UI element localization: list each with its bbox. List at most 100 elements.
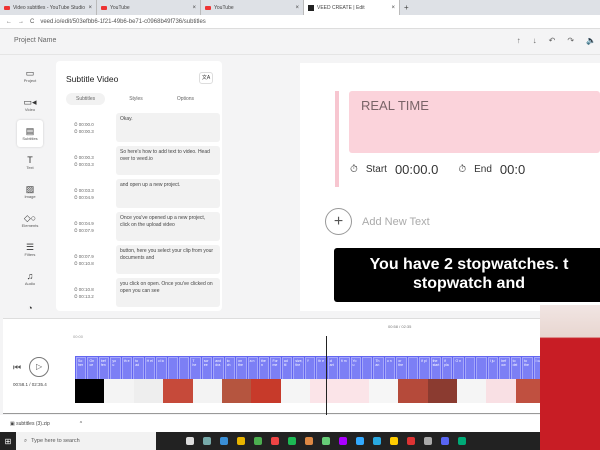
video-track[interactable] [75, 379, 545, 403]
sidebar-item-audio[interactable]: ♫ Audio [17, 265, 43, 292]
taskbar-app-icon[interactable] [288, 437, 296, 445]
end-time[interactable]: ⏱ 00:07.9 [74, 228, 116, 233]
start-time[interactable]: ⏱ 00:03.3 [74, 188, 116, 193]
reload-icon[interactable]: C [30, 19, 34, 25]
play-button[interactable]: ▷ [29, 357, 50, 377]
redo-icon[interactable]: ↷ [567, 36, 574, 45]
taskbar-app-icon[interactable] [322, 437, 330, 445]
subtitle-row: ⏱ 00:00.3 ⏱ 00:03.3 So here's how to add t… [70, 146, 220, 175]
sidebar-item-text[interactable]: T Text [17, 149, 43, 176]
browser-tab[interactable]: Video subtitles - YouTube Studio × [0, 0, 97, 15]
taskbar-app-icon[interactable] [356, 437, 364, 445]
plus-icon: + [325, 208, 352, 235]
download-item[interactable]: ▣ subtitles (3).zip [10, 421, 50, 427]
sidebar-item-video[interactable]: ▭◂ Video [17, 91, 43, 118]
subtitle-text[interactable]: button, here you select your clip from y… [116, 245, 220, 274]
stopwatch-icon: ⏱ [74, 253, 78, 259]
add-new-text-button[interactable]: + Add New Text [325, 208, 430, 235]
close-icon[interactable]: × [192, 5, 196, 11]
subtitle-text[interactable]: So here's how to add text to video. Head… [116, 146, 220, 175]
taskbar-app-icon[interactable] [339, 437, 347, 445]
forward-icon[interactable]: → [18, 19, 24, 25]
browser-tab-active[interactable]: VEED CREATE | Edit × [304, 0, 400, 15]
selection-bar [335, 91, 339, 187]
subtitle-text[interactable]: you click on open. Once you've clicked o… [116, 278, 220, 307]
subtitle-row: ⏱ 00:10.8 ⏱ 00:13.2 you click on open. Onc… [70, 278, 220, 307]
project-name[interactable]: Project Name [14, 37, 56, 44]
taskbar-app-icon[interactable] [203, 437, 211, 445]
start-time[interactable]: ⏱ 00:04.9 [74, 221, 116, 226]
search-icon: ⌕ [24, 437, 28, 444]
audio-icon: ♫ [26, 271, 34, 281]
taskbar-app-icon[interactable] [407, 437, 415, 445]
start-time[interactable]: 00:00.0 [395, 162, 438, 177]
taskbar-app-icon[interactable] [441, 437, 449, 445]
browser-tab[interactable]: YouTube × [201, 0, 304, 15]
tab-styles[interactable]: Styles [119, 93, 153, 105]
sidebar-item-subtitles[interactable]: ▤ Subtitles [17, 120, 43, 147]
taskbar-app-icon[interactable] [271, 437, 279, 445]
chevron-up-icon[interactable]: ^ [80, 421, 82, 427]
taskbar-app-icon[interactable] [390, 437, 398, 445]
url-field[interactable]: veed.io/edit/503efbb6-1f21-49b6-be71-c09… [40, 19, 205, 25]
taskbar-app-icon[interactable] [305, 437, 313, 445]
windows-start-icon[interactable]: ⊞ [0, 437, 16, 446]
playhead[interactable] [326, 336, 327, 415]
start-time[interactable]: ⏱ 00:00.3 [74, 155, 116, 160]
new-tab-button[interactable]: + [400, 0, 413, 15]
sidebar-item-speed[interactable]: ◔ [17, 294, 43, 321]
start-time[interactable]: ⏱ 00:00.0 [74, 122, 116, 127]
subtitle-list: ⏱ 00:00.0 ⏱ 00:00.3 Okay. ⏱ 00:00.3 ⏱ 00:03.… [70, 113, 220, 311]
sidebar: ▭ Project ▭◂ Video ▤ Subtitles T Text ▨ Image ◇○ El… [17, 62, 44, 323]
taskbar-app-icon[interactable] [458, 437, 466, 445]
stopwatch-icon: ⏱ [74, 286, 78, 292]
browser-tab[interactable]: YouTube × [97, 0, 201, 15]
taskbar-app-icon[interactable] [237, 437, 245, 445]
stopwatch-icon: ⏱ [74, 187, 78, 193]
arrow-down-icon[interactable]: ↓ [533, 36, 537, 45]
end-time[interactable]: ⏱ 00:04.9 [74, 195, 116, 200]
subtitle-text[interactable]: Okay. [116, 113, 220, 142]
taskbar-app-icon[interactable] [254, 437, 262, 445]
volume-icon[interactable]: 🔈 [586, 36, 596, 45]
stopwatch-end-icon[interactable]: ⏱ [458, 164, 466, 175]
end-time[interactable]: ⏱ 00:03.3 [74, 162, 116, 167]
sidebar-item-image[interactable]: ▨ Image [17, 178, 43, 205]
sidebar-item-project[interactable]: ▭ Project [17, 62, 43, 89]
end-label: End [474, 164, 492, 175]
close-icon[interactable]: × [391, 5, 395, 11]
veed-icon [308, 4, 314, 11]
stopwatch-start-icon[interactable]: ⏱ [350, 164, 358, 175]
end-time[interactable]: ⏱ 00:00.3 [74, 129, 116, 134]
taskbar-app-icon[interactable] [424, 437, 432, 445]
subtitle-text[interactable]: and open up a new project. [116, 179, 220, 208]
back-icon[interactable]: ← [6, 19, 12, 25]
taskbar-app-icon[interactable] [186, 437, 194, 445]
text-value[interactable]: REAL TIME [361, 98, 429, 113]
taskbar-search[interactable]: ⌕ Type here to search [16, 432, 156, 450]
stopwatch-icon: ⏱ [74, 220, 78, 226]
subtitle-text[interactable]: Once you've opened up a new project, cli… [116, 212, 220, 241]
sidebar-item-elements[interactable]: ◇○ Elements [17, 207, 43, 234]
end-time[interactable]: 00:0 [500, 162, 525, 177]
webcam-overlay [540, 305, 600, 450]
close-icon[interactable]: × [295, 5, 299, 11]
arrow-up-icon[interactable]: ↑ [517, 36, 521, 45]
downloads-bar: ▣ subtitles (3).zip ^ [0, 415, 600, 432]
skip-back-icon[interactable]: ⏮ [13, 362, 21, 373]
taskbar-app-icon[interactable] [220, 437, 228, 445]
tab-subtitles[interactable]: Subtitles [66, 93, 106, 105]
end-time[interactable]: ⏱ 00:13.2 [74, 294, 116, 299]
end-time[interactable]: ⏱ 00:10.8 [74, 261, 116, 266]
image-icon: ▨ [25, 184, 35, 194]
start-time[interactable]: ⏱ 00:10.8 [74, 287, 116, 292]
undo-icon[interactable]: ↶ [549, 36, 556, 45]
taskbar-app-icon[interactable] [373, 437, 381, 445]
subtitle-row: ⏱ 00:04.9 ⏱ 00:07.9 Once you've opened up … [70, 212, 220, 241]
translate-button[interactable]: 文A [199, 72, 213, 84]
tab-options[interactable]: Options [167, 93, 204, 105]
close-icon[interactable]: × [88, 5, 92, 11]
speed-icon: ◔ [27, 302, 33, 313]
start-time[interactable]: ⏱ 00:07.9 [74, 254, 116, 259]
sidebar-item-filters[interactable]: ☰ Filters [17, 236, 43, 263]
